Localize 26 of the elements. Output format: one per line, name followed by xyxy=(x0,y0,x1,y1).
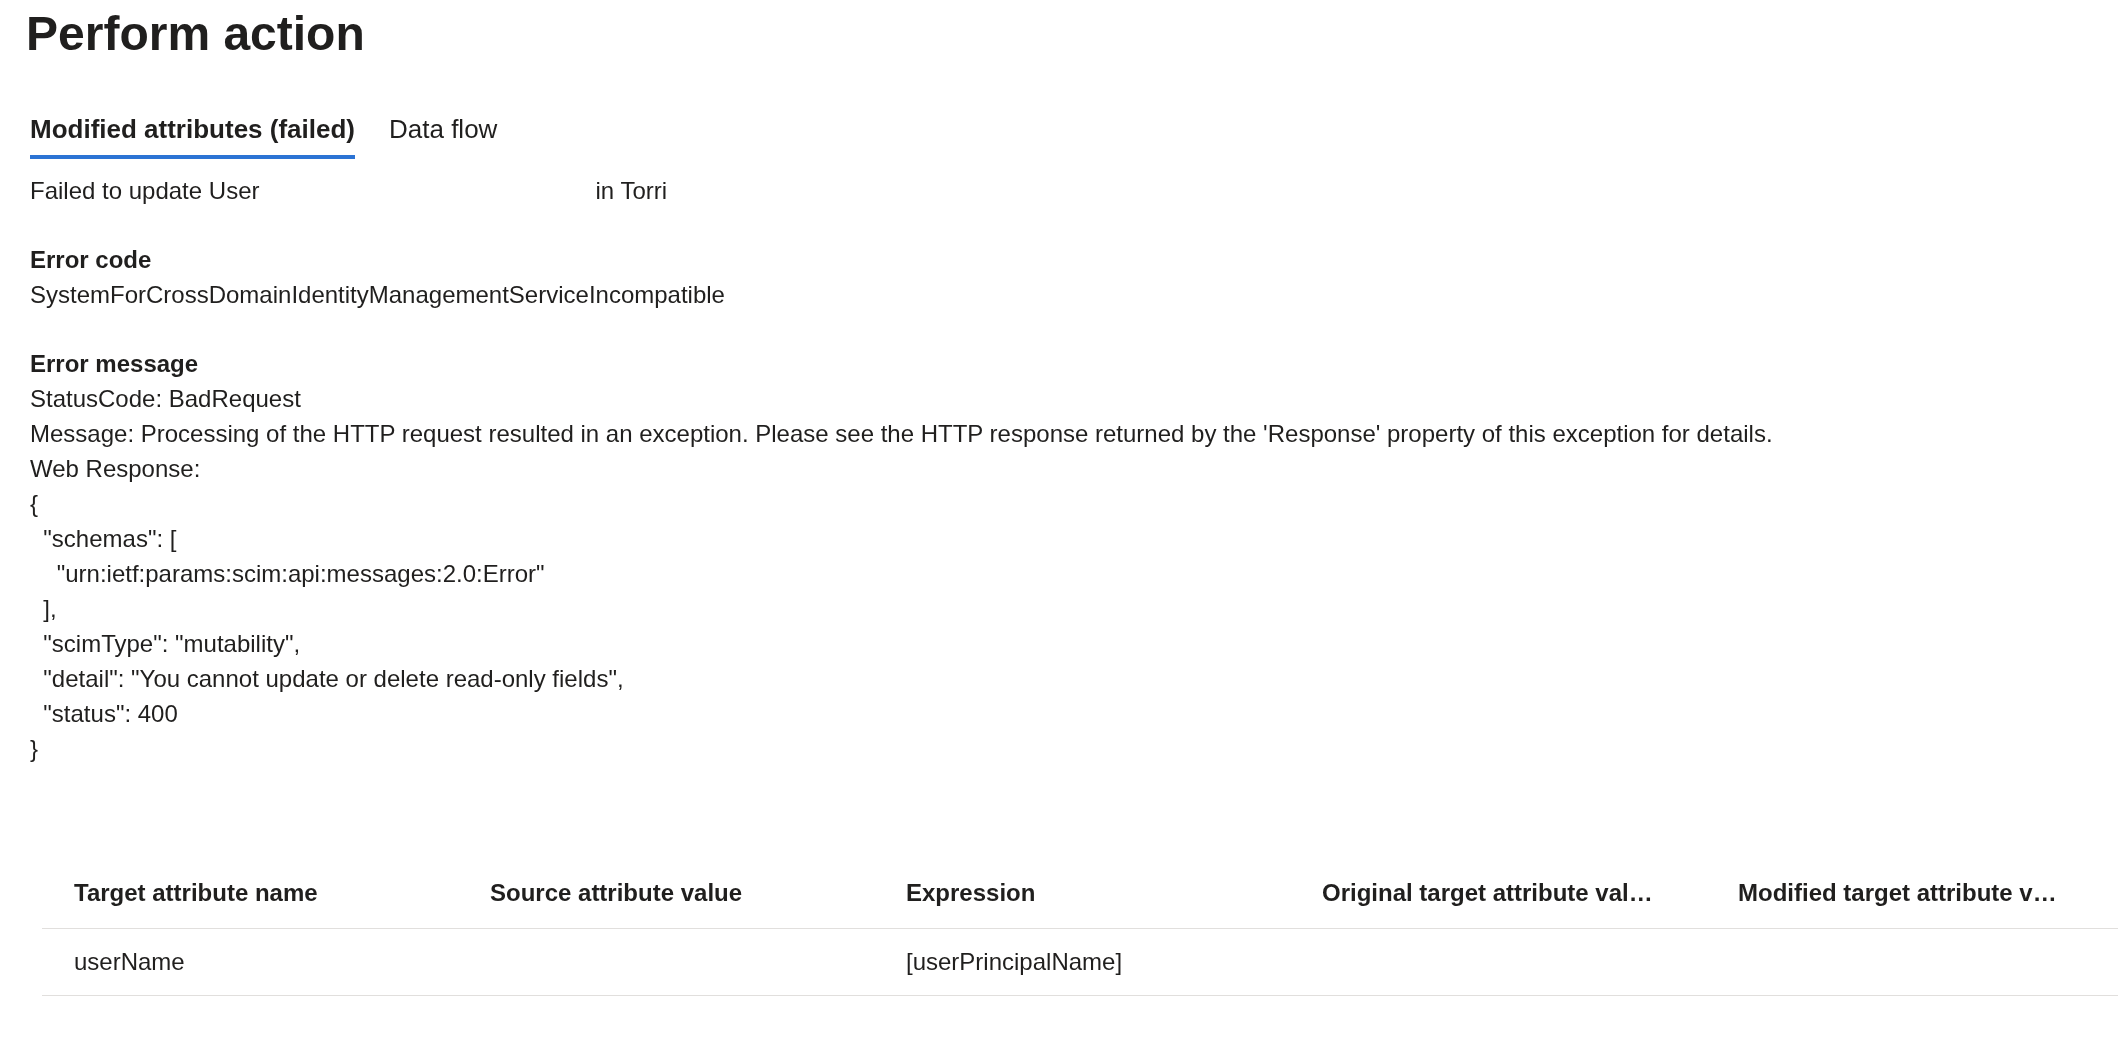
column-header[interactable]: Source attribute value xyxy=(458,879,874,907)
column-header[interactable]: Expression xyxy=(874,879,1290,907)
message-line: Message: Processing of the HTTP request resulted in an exception. Please see the HTTP response returned by the 'Response' property of this exception for details. xyxy=(30,419,1774,449)
field-label: Error message xyxy=(30,349,200,379)
table-cell-text: userName xyxy=(73,948,186,976)
message-line: "status": 400 xyxy=(42,699,179,729)
message-line: Web Response: xyxy=(30,454,202,484)
column-header[interactable]: Target attribute name xyxy=(42,879,458,907)
message-line: "urn:ietf:params:scim:api:messages:2.0:Error" xyxy=(55,559,546,589)
message-line: StatusCode: BadRequest xyxy=(30,384,302,414)
table-cell-text: [userPrincipalName] xyxy=(905,948,1124,976)
field-label: Error code xyxy=(30,245,153,275)
error-code: SystemForCrossDomainIdentityManagementServiceIncompatible xyxy=(30,280,726,310)
message-line: } xyxy=(30,734,39,764)
status-text: in Torri xyxy=(595,176,668,206)
column-header[interactable]: Modified target attribute v… xyxy=(1706,879,2118,907)
column-header[interactable]: Original target attribute val… xyxy=(1290,879,1706,907)
tab[interactable]: Data flow xyxy=(389,108,498,159)
message-line: "detail": "You cannot update or delete read-only fields", xyxy=(42,664,625,694)
message-line: ], xyxy=(42,594,58,624)
page-title: Perform action xyxy=(25,6,366,62)
message-line: "schemas": [ xyxy=(42,524,178,554)
tab[interactable]: Modified attributes (failed) xyxy=(30,108,355,159)
message-line: "scimType": "mutability", xyxy=(42,629,302,659)
message-line: { xyxy=(30,489,39,519)
status-text: Failed to update User xyxy=(30,176,260,206)
